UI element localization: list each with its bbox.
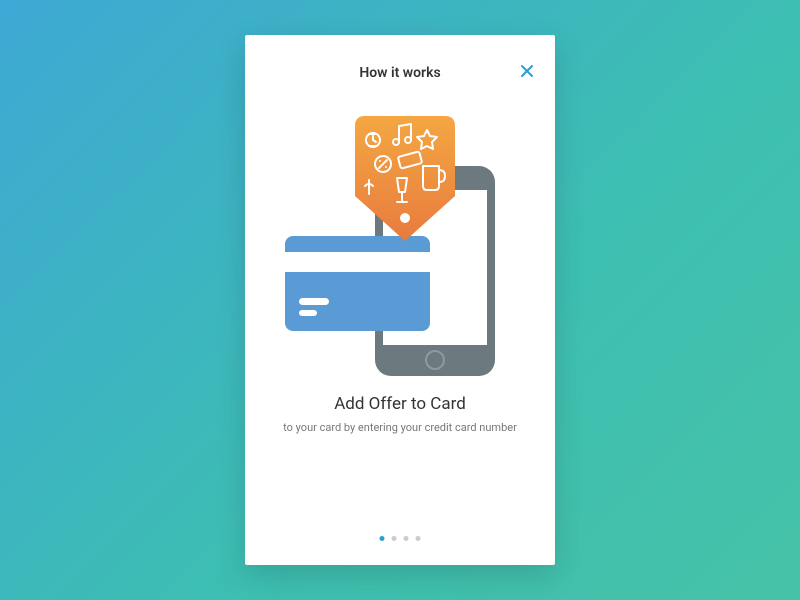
step-description: to your card by entering your credit car… xyxy=(283,420,517,435)
page-dot-4[interactable] xyxy=(416,536,421,541)
modal-header: How it works xyxy=(245,35,555,81)
page-dot-3[interactable] xyxy=(404,536,409,541)
page-dot-1[interactable] xyxy=(380,536,385,541)
credit-card-icon xyxy=(285,236,430,331)
onboarding-modal: How it works xyxy=(245,35,555,565)
offer-tag-icon xyxy=(355,116,455,246)
step-title: Add Offer to Card xyxy=(283,394,517,414)
pagination-dots xyxy=(380,536,421,541)
modal-title: How it works xyxy=(245,65,555,81)
close-icon xyxy=(520,64,534,78)
close-button[interactable] xyxy=(517,61,537,81)
onboarding-illustration xyxy=(285,116,515,376)
page-dot-2[interactable] xyxy=(392,536,397,541)
step-text: Add Offer to Card to your card by enteri… xyxy=(253,394,547,435)
